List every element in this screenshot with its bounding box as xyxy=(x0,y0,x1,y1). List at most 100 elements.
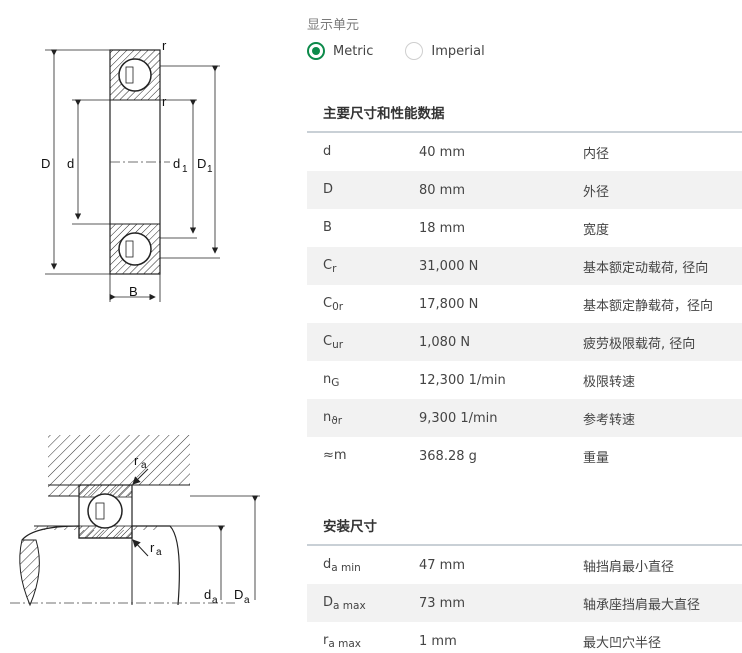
symbol-subscript: a max xyxy=(333,599,366,612)
value-cell: 17,800 N xyxy=(419,296,479,312)
value-cell: 18 mm xyxy=(419,220,466,236)
symbol-subscript: ϑr xyxy=(331,414,343,427)
description-cell: 极限转速 xyxy=(583,374,636,390)
label-D: D xyxy=(41,156,50,171)
mounting-title: 安装尺寸 xyxy=(323,519,377,535)
label-ra-top-sub: a xyxy=(141,460,147,471)
label-ra-top: r xyxy=(134,453,139,468)
table-row: B 18 mm 宽度 xyxy=(307,209,742,247)
table-row: C0r 17,800 N 基本额定静载荷，径向 xyxy=(307,285,742,323)
value-cell: 47 mm xyxy=(419,557,466,573)
symbol-cell: Cur xyxy=(307,334,419,351)
symbol-cell: ≈m xyxy=(307,448,419,465)
description-cell: 疲劳极限载荷, 径向 xyxy=(583,336,696,352)
symbol-text: n xyxy=(323,371,332,387)
label-r-top: r xyxy=(162,38,167,53)
value-cell: 73 mm xyxy=(419,595,466,611)
units-label: 显示单元 xyxy=(307,18,360,33)
description-cell: 基本额定静载荷，径向 xyxy=(583,298,714,314)
value-cell: 1,080 N xyxy=(419,334,471,350)
mounting-drawing: r a r a d a D a xyxy=(10,435,260,607)
symbol-text: C xyxy=(323,257,333,273)
product-data-panel: 显示单元 Metric Imperial 主要尺寸和性能数据 d 40 mm 内径 D… xyxy=(307,0,742,653)
metric-radio[interactable] xyxy=(307,42,325,60)
description-cell: 参考转速 xyxy=(583,412,636,428)
value-cell: 80 mm xyxy=(419,182,466,198)
units-radio-group: Metric Imperial xyxy=(307,42,485,60)
label-r-mid: r xyxy=(162,94,167,109)
value-cell: 9,300 1/min xyxy=(419,410,498,426)
symbol-subscript: 0r xyxy=(332,300,344,313)
description-cell: 基本额定动载荷, 径向 xyxy=(583,260,709,276)
description-cell: 重量 xyxy=(583,450,610,466)
label-d1-sub: 1 xyxy=(182,164,188,175)
bearing-drawings: D d d 1 D 1 B r r r a r a d a D a xyxy=(0,0,300,653)
table-row: Cur 1,080 N 疲劳极限载荷, 径向 xyxy=(307,323,742,361)
symbol-cell: nG xyxy=(307,372,419,389)
imperial-radio[interactable] xyxy=(405,42,424,60)
table-row: ra max 1 mm 最大凹穴半径 xyxy=(307,622,742,653)
symbol-subscript: r xyxy=(332,262,337,275)
description-cell: 轴挡肩最小直径 xyxy=(583,559,675,575)
symbol-cell: Da max xyxy=(307,595,419,612)
symbol-cell: B xyxy=(307,220,419,237)
dimensions-title: 主要尺寸和性能数据 xyxy=(323,106,445,122)
symbol-cell: ra max xyxy=(307,633,419,650)
description-cell: 最大凹穴半径 xyxy=(583,635,662,651)
label-B: B xyxy=(129,284,138,299)
imperial-label: Imperial xyxy=(431,43,485,59)
symbol-subscript: a max xyxy=(328,637,362,650)
symbol-cell: da min xyxy=(307,557,419,574)
value-cell: 12,300 1/min xyxy=(419,372,506,388)
label-Da-sub: a xyxy=(244,595,250,606)
units-option-imperial[interactable]: Imperial xyxy=(405,42,485,60)
symbol-cell: d xyxy=(307,144,419,161)
symbol-text: D xyxy=(323,594,334,610)
symbol-text: C xyxy=(323,295,333,311)
label-d1: d xyxy=(173,156,180,171)
symbol-cell: nϑr xyxy=(307,410,419,427)
table-row: nG 12,300 1/min 极限转速 xyxy=(307,361,742,399)
symbol-text: B xyxy=(323,219,332,235)
table-row: d 40 mm 内径 xyxy=(307,133,742,171)
label-ra-bottom: r xyxy=(150,540,155,555)
symbol-text: C xyxy=(323,333,333,349)
description-cell: 轴承座挡肩最大直径 xyxy=(583,597,701,613)
label-Da: D xyxy=(234,587,243,602)
value-cell: 40 mm xyxy=(419,144,466,160)
label-D1: D xyxy=(197,156,206,171)
label-D1-sub: 1 xyxy=(207,164,213,175)
dimensions-table: d 40 mm 内径 D 80 mm 外径 B 18 mm 宽度 Cr 31,000 N 基本额定动载… xyxy=(307,133,742,475)
label-da-sub: a xyxy=(212,595,218,606)
bearing-cross-section: D d d 1 D 1 B r r xyxy=(41,38,220,302)
symbol-text: ≈m xyxy=(323,447,347,463)
label-da: d xyxy=(204,587,211,602)
symbol-cell: Cr xyxy=(307,258,419,275)
table-row: Da max 73 mm 轴承座挡肩最大直径 xyxy=(307,584,742,622)
symbol-text: n xyxy=(323,409,332,425)
table-row: da min 47 mm 轴挡肩最小直径 xyxy=(307,546,742,584)
description-cell: 外径 xyxy=(583,184,610,200)
mounting-table: da min 47 mm 轴挡肩最小直径 Da max 73 mm 轴承座挡肩最大直径 ra… xyxy=(307,546,742,653)
description-cell: 内径 xyxy=(583,146,610,162)
symbol-subscript: ur xyxy=(332,338,344,351)
table-row: nϑr 9,300 1/min 参考转速 xyxy=(307,399,742,437)
symbol-cell: D xyxy=(307,182,419,199)
description-cell: 宽度 xyxy=(583,222,610,238)
symbol-text: d xyxy=(323,143,332,159)
bearing-drawing-svg: D d d 1 D 1 B r r r a r a d a D a xyxy=(10,38,260,607)
symbol-text: D xyxy=(323,181,334,197)
units-option-metric[interactable]: Metric xyxy=(307,42,373,60)
value-cell: 1 mm xyxy=(419,633,457,649)
symbol-cell: C0r xyxy=(307,296,419,313)
table-row: ≈m 368.28 g 重量 xyxy=(307,437,742,475)
label-ra-bottom-sub: a xyxy=(156,547,162,558)
label-d: d xyxy=(67,156,74,171)
symbol-subscript: G xyxy=(331,376,340,389)
metric-label: Metric xyxy=(333,43,374,59)
value-cell: 368.28 g xyxy=(419,448,477,464)
value-cell: 31,000 N xyxy=(419,258,479,274)
table-row: Cr 31,000 N 基本额定动载荷, 径向 xyxy=(307,247,742,285)
symbol-subscript: a min xyxy=(331,561,361,574)
table-row: D 80 mm 外径 xyxy=(307,171,742,209)
